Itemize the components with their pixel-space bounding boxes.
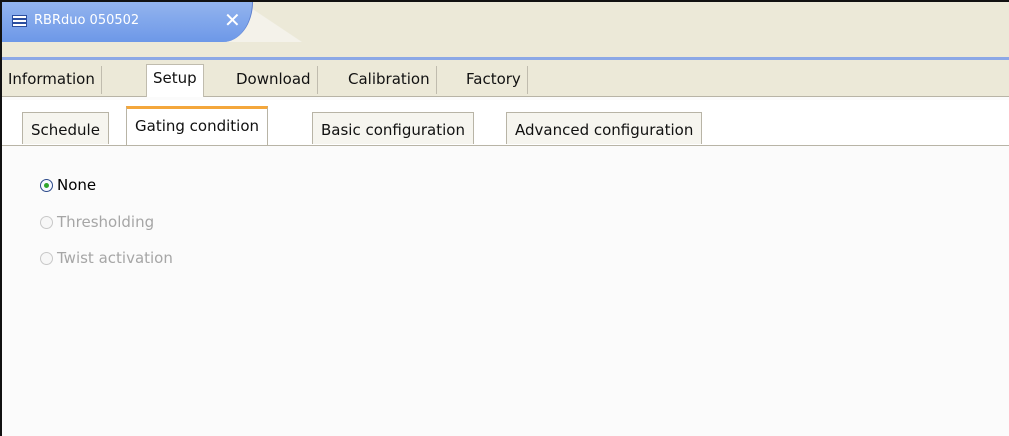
tab-setup[interactable]: Setup [146,64,204,97]
radio-twist-activation-row: Twist activation [40,247,173,269]
table-icon [12,15,27,27]
tab-schedule[interactable]: Schedule [22,112,109,144]
radio-none-label: None [57,176,97,194]
tab-calibration[interactable]: Calibration [342,66,437,94]
tab-factory[interactable]: Factory [460,66,528,94]
radio-twist-activation [40,251,53,265]
close-icon[interactable]: ✕ [224,8,241,32]
radio-thresholding-label: Thresholding [57,213,155,231]
radio-none[interactable] [40,178,53,192]
radio-twist-activation-label: Twist activation [57,249,173,267]
radio-thresholding [40,215,53,229]
tab-advanced-configuration[interactable]: Advanced configuration [506,112,703,144]
editor-tab-strip: RBRduo 050502 ✕ [2,2,1009,60]
tab-basic-configuration[interactable]: Basic configuration [312,112,474,144]
tab-download[interactable]: Download [230,66,318,94]
radio-none-row[interactable]: None [40,174,96,196]
editor-tab[interactable]: RBRduo 050502 ✕ [2,2,253,42]
gating-condition-panel: None Thresholding Twist activation [2,146,1009,436]
editor-tab-title: RBRduo 050502 [34,13,140,28]
tab-information[interactable]: Information [2,66,102,94]
main-tab-bar: Information Setup Download Calibration F… [2,60,1009,97]
setup-sub-tab-bar: Schedule Gating condition Basic configur… [2,100,1009,146]
radio-thresholding-row: Thresholding [40,211,154,233]
tab-gating-condition[interactable]: Gating condition [126,106,269,146]
